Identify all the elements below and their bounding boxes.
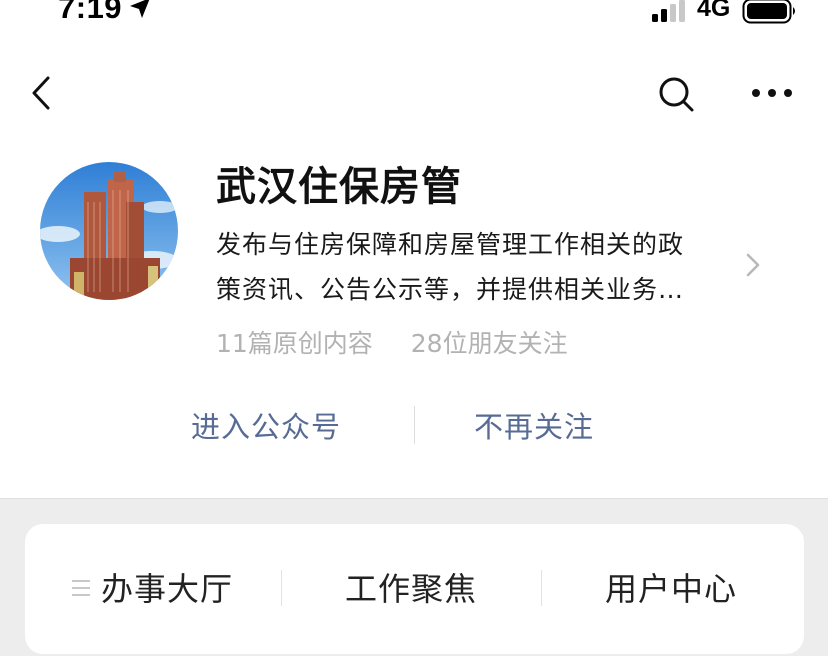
account-avatar[interactable]: [40, 162, 178, 300]
chevron-right-icon[interactable]: [742, 250, 764, 280]
signal-strength-icon: [652, 0, 685, 22]
account-description-line-2: 策资讯、公告公示等，并提供相关业务…: [216, 275, 685, 304]
more-icon[interactable]: [748, 78, 796, 108]
menu-item-work-focus[interactable]: 工作聚焦: [345, 564, 477, 610]
original-content-count: 11篇原创内容: [216, 329, 373, 358]
back-button[interactable]: [26, 72, 60, 114]
account-description[interactable]: 发布与住房保障和房屋管理工作相关的政 策资讯、公告公示等，并提供相关业务…: [216, 222, 736, 312]
action-divider: [414, 406, 415, 444]
menu-item-user-center[interactable]: 用户中心: [605, 564, 737, 610]
menu-item-service-hall[interactable]: 办事大厅: [101, 564, 233, 610]
battery-icon: [742, 0, 795, 24]
account-menu-bar: 办事大厅 工作聚焦 用户中心: [25, 524, 804, 654]
status-bar: 7:19 4G: [0, 0, 828, 30]
account-name: 武汉住保房管: [216, 164, 462, 210]
menu-divider: [281, 570, 282, 606]
search-icon[interactable]: [654, 72, 698, 116]
menu-list-icon: [72, 580, 90, 596]
location-arrow-icon: [130, 0, 150, 18]
status-time: 7:19: [58, 0, 123, 25]
network-type-label: 4G: [697, 0, 731, 22]
account-actions: 进入公众号 不再关注: [0, 400, 828, 450]
friends-following-count: 28位朋友关注: [410, 329, 568, 358]
enter-account-button[interactable]: 进入公众号: [191, 404, 341, 446]
account-stats: 11篇原创内容 28位朋友关注: [216, 324, 598, 360]
account-description-line-1: 发布与住房保障和房屋管理工作相关的政: [216, 230, 685, 259]
unfollow-button[interactable]: 不再关注: [474, 404, 594, 446]
menu-divider: [541, 570, 542, 606]
